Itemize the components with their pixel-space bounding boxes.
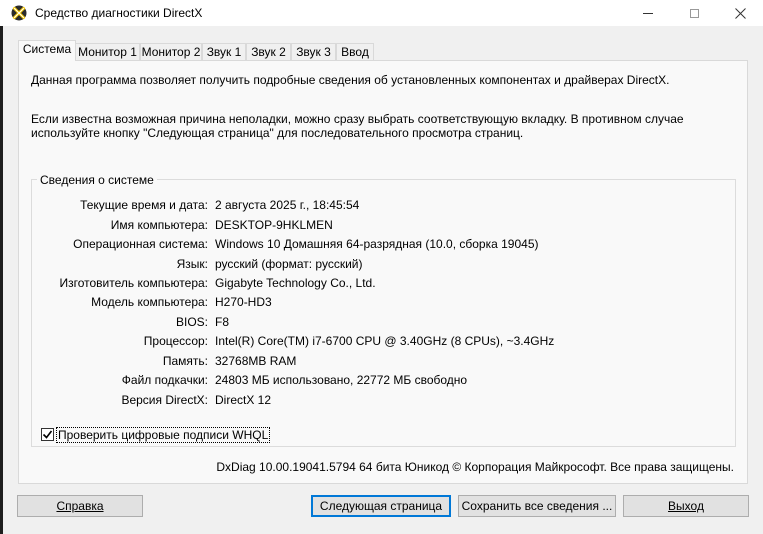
label-memory: Память: <box>162 354 208 368</box>
help-button-label: Справка <box>56 499 104 513</box>
value-os: Windows 10 Домашняя 64-разрядная (10.0, … <box>215 237 539 251</box>
title-bar[interactable]: Средство диагностики DirectX <box>0 0 763 26</box>
system-info-title: Сведения о системе <box>37 173 157 187</box>
copyright-note: DxDiag 10.00.19041.5794 64 бита Юникод ©… <box>216 460 734 474</box>
value-bios: F8 <box>215 315 230 329</box>
tab-monitor-2[interactable]: Монитор 2 <box>140 43 202 60</box>
close-icon <box>734 7 746 19</box>
maximize-button[interactable] <box>671 0 717 26</box>
label-language: Язык: <box>176 257 208 271</box>
tab-input[interactable]: Ввод <box>336 43 374 60</box>
value-computer-name: DESKTOP-9HKLMEN <box>215 218 333 232</box>
tab-sound-3[interactable]: Звук 3 <box>291 43 336 60</box>
minimize-button[interactable] <box>625 0 671 26</box>
value-directx-version: DirectX 12 <box>215 393 272 407</box>
intro-text: Данная программа позволяет получить подр… <box>31 73 670 87</box>
minimize-icon <box>643 12 653 14</box>
next-page-button[interactable]: Следующая страница <box>311 495 451 517</box>
value-page-file: 24803 МБ использовано, 22772 МБ свободно <box>215 373 468 387</box>
label-bios: BIOS: <box>175 315 208 329</box>
next-page-button-label: Следующая страница <box>319 499 443 513</box>
label-manufacturer: Изготовитель компьютера: <box>59 276 209 290</box>
label-directx-version: Версия DirectX: <box>121 393 208 407</box>
tab-system[interactable]: Система <box>18 40 76 61</box>
whql-checkbox[interactable] <box>41 428 54 441</box>
exit-button[interactable]: Выход <box>623 495 749 517</box>
label-model: Модель компьютера: <box>91 295 208 309</box>
save-all-button-label: Сохранить все сведения ... <box>461 499 613 513</box>
label-computer-name: Имя компьютера: <box>110 218 208 232</box>
label-date-time: Текущие время и дата: <box>80 198 208 212</box>
window-edge <box>0 26 3 534</box>
value-model: H270-HD3 <box>215 295 272 309</box>
maximize-icon <box>689 8 699 18</box>
value-manufacturer: Gigabyte Technology Co., Ltd. <box>215 276 376 290</box>
value-processor: Intel(R) Core(TM) i7-6700 CPU @ 3.40GHz … <box>215 334 555 348</box>
value-language: русский (формат: русский) <box>215 257 363 271</box>
tab-monitor-1[interactable]: Монитор 1 <box>75 43 140 60</box>
exit-button-label: Выход <box>668 499 704 513</box>
help-button[interactable]: Справка <box>17 495 143 517</box>
close-button[interactable] <box>717 0 763 26</box>
intro-hint: Если известна возможная причина неполадк… <box>31 112 684 140</box>
whql-checkbox-label[interactable]: Проверить цифровые подписи WHQL <box>56 427 271 443</box>
tab-sound-1[interactable]: Звук 1 <box>202 43 246 60</box>
checkmark-icon <box>42 430 53 439</box>
label-page-file: Файл подкачки: <box>121 373 208 387</box>
label-os: Операционная система: <box>73 237 208 251</box>
dxdiag-window: Средство диагностики DirectX Система Мон… <box>0 0 763 534</box>
value-memory: 32768MB RAM <box>215 354 297 368</box>
label-processor: Процессор: <box>143 334 208 348</box>
value-date-time: 2 августа 2025 г., 18:45:54 <box>215 198 360 212</box>
save-all-button[interactable]: Сохранить все сведения ... <box>458 495 616 517</box>
window-title: Средство диагностики DirectX <box>35 6 203 20</box>
tab-sound-2[interactable]: Звук 2 <box>246 43 291 60</box>
directx-x-icon <box>11 5 27 21</box>
